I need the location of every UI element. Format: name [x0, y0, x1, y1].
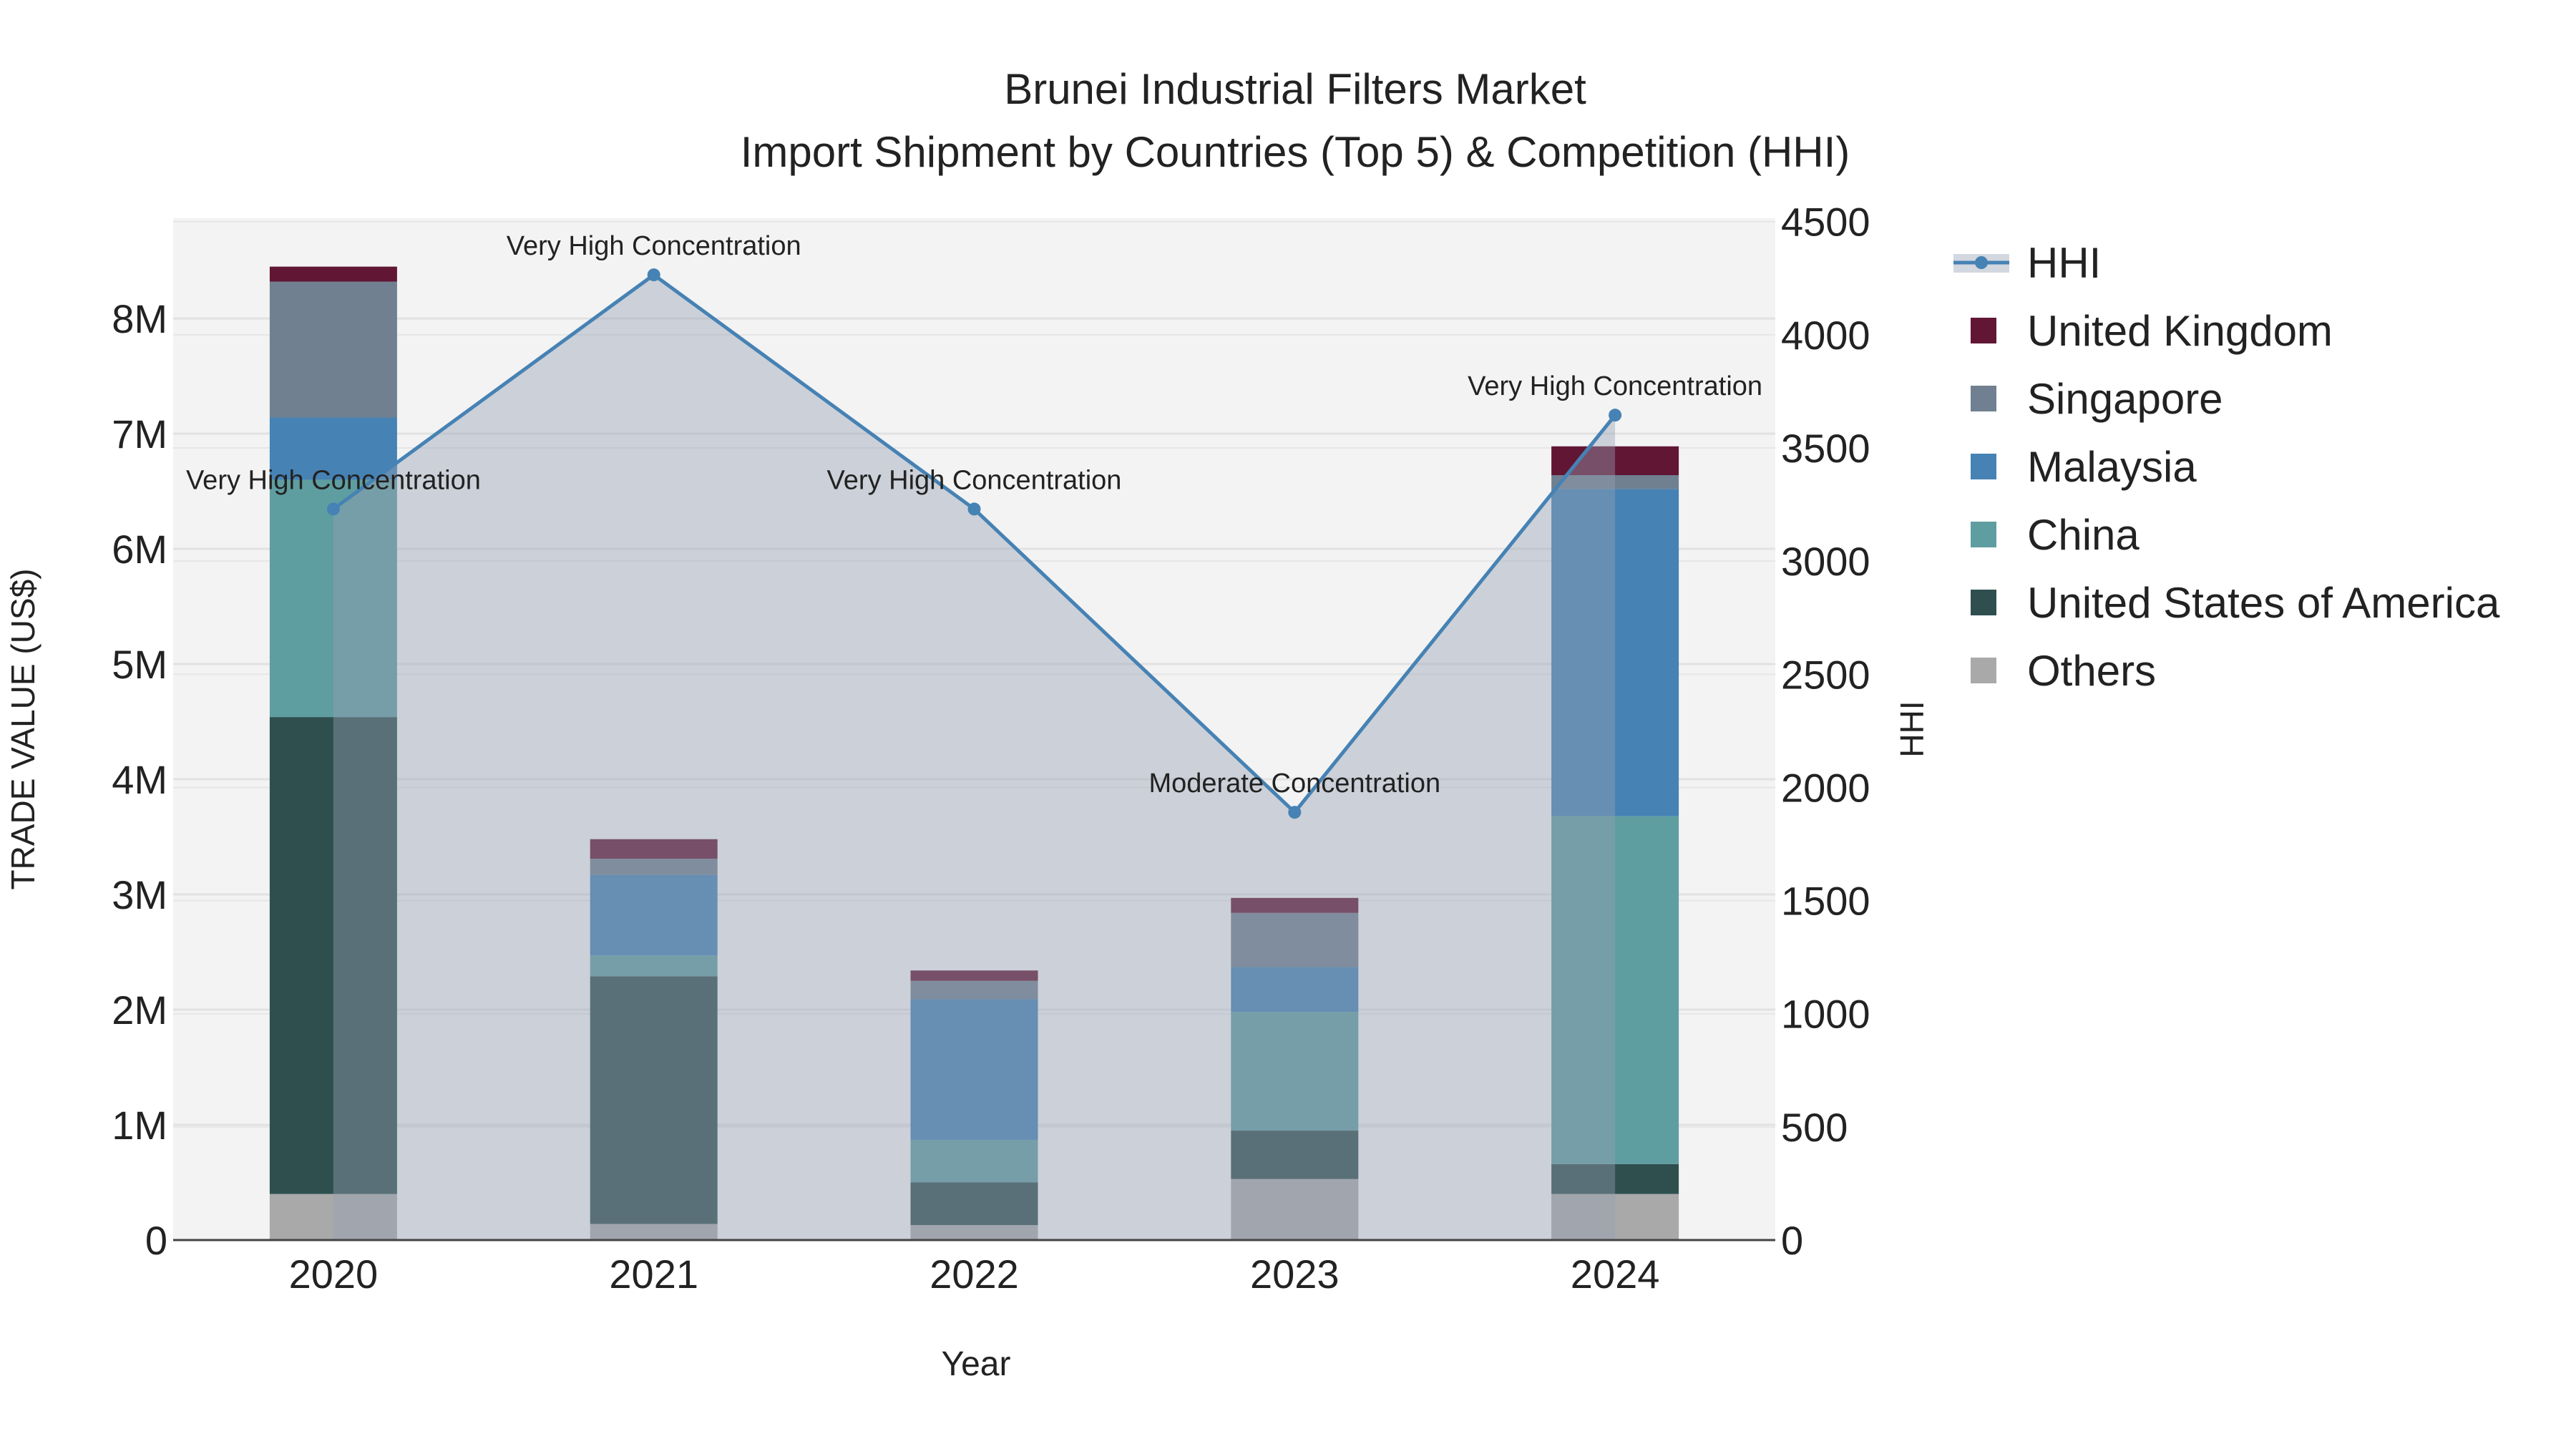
y2-tick-label: 4000	[1781, 313, 1870, 358]
x-tick-label: 2022	[930, 1252, 1019, 1297]
legend-swatch-malaysia	[1971, 454, 1996, 479]
x-axis-title: Year	[942, 1345, 1011, 1383]
x-tick-label: 2021	[609, 1252, 698, 1297]
legend-label: United Kingdom	[2027, 307, 2333, 355]
hhi-annotation: Very High Concentration	[827, 465, 1122, 495]
legend-label: Others	[2027, 647, 2156, 695]
y-tick-label: 7M	[112, 411, 167, 457]
legend-swatch-singapore	[1971, 386, 1996, 411]
y-axis-title: TRADE VALUE (US$)	[4, 568, 42, 889]
legend-hhi-swatch-marker	[1975, 256, 1988, 269]
hhi-point-2022	[967, 502, 981, 516]
y-tick-label: 1M	[112, 1103, 167, 1148]
y-tick-label: 3M	[112, 872, 167, 917]
legend-label: China	[2027, 511, 2140, 559]
legend-swatch-china	[1971, 522, 1996, 547]
hhi-point-2023	[1288, 806, 1302, 819]
legend-label: HHI	[2027, 239, 2101, 287]
y2-tick-label: 500	[1781, 1105, 1848, 1150]
hhi-annotation: Moderate Concentration	[1148, 769, 1440, 799]
legend: HHI United Kingdom Singapore Malaysia China U…	[1953, 239, 2500, 695]
chart: Very High Concentration Very High Concent…	[4, 65, 2500, 1383]
hhi-point-2020	[326, 502, 340, 516]
y-tick-label: 0	[145, 1218, 167, 1263]
x-tick-label: 2023	[1250, 1252, 1340, 1297]
y2-axis-ticks: 0 500 1000 1500 2000 2500 3000 3500 4000 4500	[1781, 200, 1870, 1263]
legend-label: Singapore	[2027, 375, 2223, 423]
chart-subtitle: Import Shipment by Countries (Top 5) & C…	[741, 128, 1850, 176]
legend-swatch-united-states-of-america	[1971, 590, 1996, 615]
y-tick-label: 8M	[112, 296, 167, 341]
legend-label: United States of America	[2027, 579, 2500, 627]
y2-tick-label: 2500	[1781, 652, 1870, 697]
y2-tick-label: 4500	[1781, 200, 1870, 245]
y2-tick-label: 1000	[1781, 992, 1870, 1037]
x-axis-ticks: 2020 2021 2022 2023 2024	[289, 1252, 1660, 1297]
hhi-point-2021	[647, 268, 660, 282]
x-tick-label: 2020	[289, 1252, 379, 1297]
y2-axis-title: HHI	[1893, 701, 1931, 757]
y-tick-label: 6M	[112, 527, 167, 572]
chart-title: Brunei Industrial Filters Market	[1004, 65, 1586, 113]
y2-tick-label: 2000	[1781, 765, 1870, 810]
legend-swatch-others	[1971, 658, 1996, 683]
y-axis-ticks: 0 1M 2M 3M 4M 5M 6M 7M 8M	[112, 296, 167, 1263]
legend-swatch-united-kingdom	[1971, 318, 1996, 343]
x-tick-label: 2024	[1571, 1252, 1660, 1297]
hhi-point-2024	[1609, 409, 1622, 422]
legend-label: Malaysia	[2027, 443, 2197, 491]
y-tick-label: 5M	[112, 642, 167, 687]
hhi-annotation: Very High Concentration	[507, 231, 801, 261]
y2-tick-label: 1500	[1781, 879, 1870, 924]
bar-united-kingdom-2020	[269, 266, 397, 282]
hhi-annotation: Very High Concentration	[1468, 371, 1762, 401]
y2-tick-label: 3500	[1781, 426, 1870, 471]
bar-singapore-2020	[269, 281, 397, 418]
y2-tick-label: 3000	[1781, 539, 1870, 584]
y2-tick-label: 0	[1781, 1218, 1803, 1263]
y-tick-label: 2M	[112, 987, 167, 1033]
y-tick-label: 4M	[112, 757, 167, 802]
hhi-annotation: Very High Concentration	[186, 465, 481, 495]
